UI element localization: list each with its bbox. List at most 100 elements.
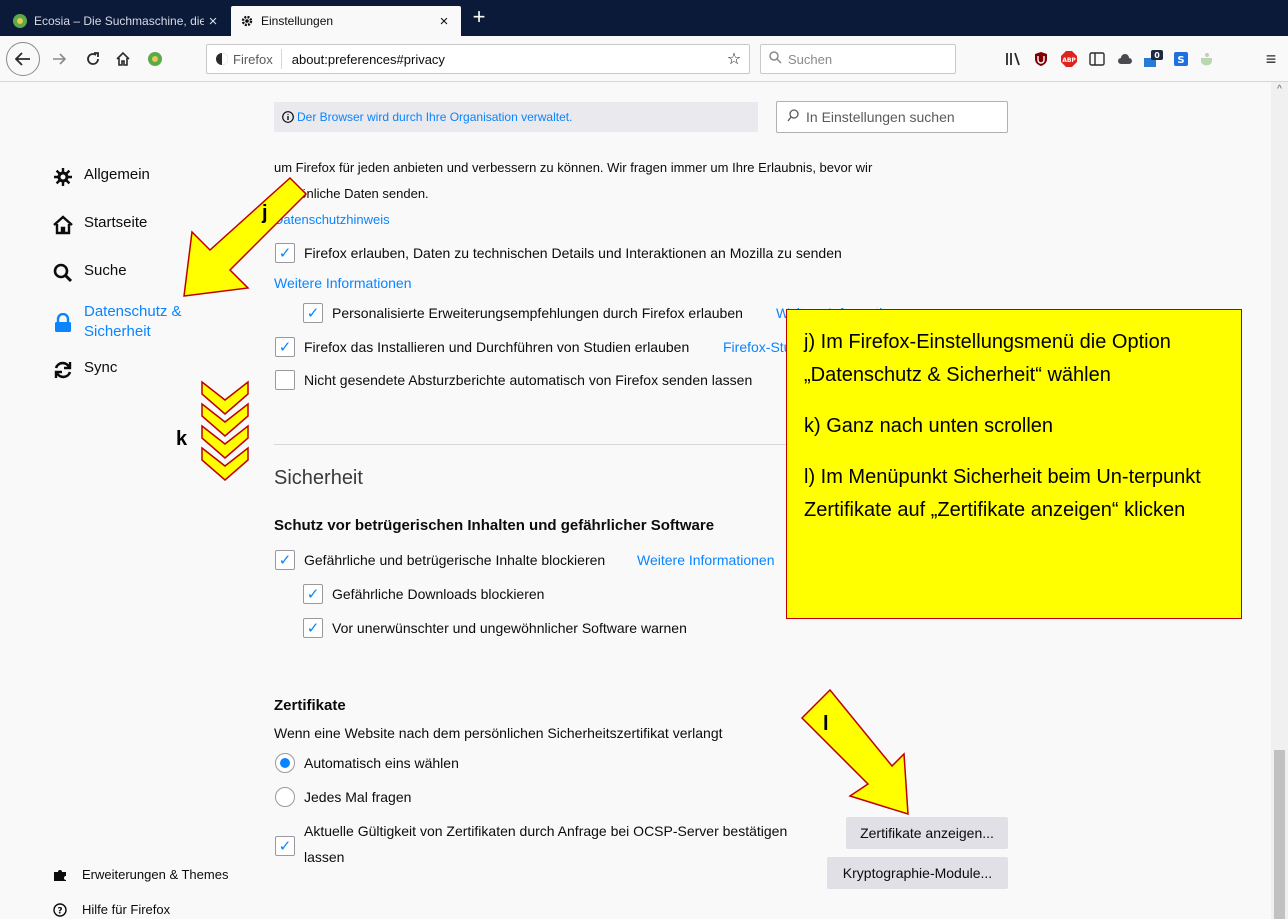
- category-startseite[interactable]: Startseite: [52, 214, 147, 236]
- ask-every-time-radio[interactable]: [275, 787, 295, 807]
- personalized-recommendations-label: Personalisierte Erweiterungsempfehlungen…: [332, 305, 743, 321]
- search-placeholder: In Einstellungen suchen: [806, 109, 955, 125]
- navigation-toolbar: Firefox about:preferences#privacy ☆ Such…: [0, 36, 1288, 82]
- new-tab-button[interactable]: +: [466, 4, 492, 32]
- info-icon: [282, 111, 294, 123]
- tea-cup-icon[interactable]: [1198, 50, 1216, 68]
- ecosia-icon: [148, 52, 162, 66]
- badge-count: 0: [1154, 51, 1160, 60]
- category-label: Sync: [84, 359, 118, 376]
- category-suche[interactable]: Suche: [52, 262, 127, 284]
- firefox-icon: [216, 53, 228, 65]
- managed-notice-text: Der Browser wird durch Ihre Organisation…: [297, 110, 573, 124]
- web-search-input[interactable]: Suchen: [760, 44, 956, 74]
- back-button[interactable]: [6, 42, 40, 76]
- personalized-recommendations-checkbox[interactable]: ✓: [303, 303, 323, 323]
- footer-erweiterungen[interactable]: Erweiterungen & Themes: [52, 867, 228, 882]
- ecosia-extension-button[interactable]: [142, 44, 168, 74]
- block-dangerous-link[interactable]: Weitere Informationen: [637, 552, 774, 568]
- category-allgemein[interactable]: Allgemein: [52, 166, 150, 188]
- block-dangerous-checkbox[interactable]: ✓: [275, 550, 295, 570]
- ocsp-label: Aktuelle Gültigkeit von Zertifikaten dur…: [304, 823, 788, 839]
- auto-select-radio[interactable]: [275, 753, 295, 773]
- arrow-left-icon: [15, 52, 30, 66]
- gear-icon: [239, 13, 255, 29]
- tab-label: Einstellungen: [261, 14, 334, 28]
- identity-label: Firefox: [233, 51, 273, 67]
- ask-every-time-label: Jedes Mal fragen: [304, 789, 412, 805]
- tab-ecosia[interactable]: Ecosia – Die Suchmaschine, die ×: [4, 6, 230, 36]
- annotation-chevrons-k: [201, 380, 249, 481]
- home-icon: [116, 51, 130, 66]
- warn-software-checkbox[interactable]: ✓: [303, 618, 323, 638]
- ocsp-checkbox[interactable]: ✓: [275, 836, 295, 856]
- puzzle-icon: [52, 868, 68, 882]
- instruction-step-l: l) Im Menüpunkt Sicherheit beim Un-terpu…: [804, 466, 1201, 521]
- block-dangerous-label: Gefährliche und betrügerische Inhalte bl…: [304, 552, 606, 568]
- scroll-up-arrow-icon[interactable]: ^: [1273, 84, 1286, 96]
- tab-label: Ecosia – Die Suchmaschine, die: [34, 14, 204, 28]
- footer-label: Erweiterungen & Themes: [82, 867, 229, 882]
- home-button[interactable]: [110, 44, 136, 74]
- s-extension-icon[interactable]: S: [1172, 50, 1190, 68]
- scrollbar-thumb[interactable]: [1274, 750, 1285, 919]
- extension-badge-icon[interactable]: 0: [1142, 50, 1164, 68]
- annotation-arrow-l: [800, 688, 909, 816]
- instruction-step-k: k) Ganz nach unten scrollen: [804, 415, 1054, 437]
- adblock-plus-icon[interactable]: ABP: [1060, 50, 1078, 68]
- category-label: Allgemein: [84, 166, 150, 183]
- home-icon: [52, 214, 74, 236]
- library-icon[interactable]: [1004, 50, 1022, 68]
- tab-strip: Ecosia – Die Suchmaschine, die × Einstel…: [0, 0, 1288, 36]
- category-sync[interactable]: Sync: [52, 359, 117, 381]
- reader-view-icon[interactable]: [1088, 50, 1106, 68]
- arrow-right-icon: [53, 53, 66, 65]
- category-datenschutz-sicherheit[interactable]: Datenschutz & Sicherheit: [52, 302, 204, 342]
- ublock-shield-icon[interactable]: [1032, 50, 1050, 68]
- crash-reports-checkbox[interactable]: [275, 370, 295, 390]
- search-icon: [52, 262, 74, 284]
- reload-button[interactable]: [80, 44, 106, 74]
- technical-data-label: Firefox erlauben, Daten zu technischen D…: [304, 245, 842, 261]
- warn-software-label: Vor unerwünschter und ungewöhnlicher Sof…: [332, 620, 687, 636]
- hamburger-menu-icon[interactable]: ≡: [1262, 49, 1280, 69]
- certificates-description: Wenn eine Website nach dem persönlichen …: [274, 725, 723, 741]
- sync-icon: [52, 359, 74, 381]
- search-icon: [777, 109, 806, 125]
- preferences-search-input[interactable]: In Einstellungen suchen: [776, 101, 1008, 133]
- ecosia-icon: [12, 13, 28, 29]
- block-downloads-label: Gefährliche Downloads blockieren: [332, 586, 545, 602]
- gear-icon: [52, 166, 74, 188]
- search-icon: [761, 51, 788, 67]
- studies-checkbox[interactable]: ✓: [275, 337, 295, 357]
- help-icon: ?: [52, 902, 68, 917]
- url-text[interactable]: about:preferences#privacy: [282, 52, 719, 67]
- security-devices-button[interactable]: Kryptographie-Module...: [827, 857, 1008, 889]
- category-label: Startseite: [84, 214, 148, 231]
- cloud-icon[interactable]: [1116, 50, 1134, 68]
- footer-hilfe[interactable]: ? Hilfe für Firefox: [52, 902, 170, 917]
- svg-text:ABP: ABP: [1062, 57, 1076, 64]
- annotation-label-j: j: [262, 202, 268, 224]
- instruction-step-j: j) Im Firefox-Einstellungsmenü die Optio…: [804, 331, 1171, 386]
- data-collection-intro: um Firefox für jeden anbieten und verbes…: [274, 160, 873, 175]
- close-tab-icon[interactable]: ×: [435, 13, 453, 30]
- view-certificates-button[interactable]: Zertifikate anzeigen...: [846, 817, 1008, 849]
- bookmark-star-icon[interactable]: ☆: [719, 49, 749, 69]
- svg-text:S: S: [1177, 55, 1184, 66]
- tab-einstellungen[interactable]: Einstellungen ×: [231, 6, 461, 36]
- certificates-heading: Zertifikate: [274, 697, 346, 714]
- svg-text:?: ?: [57, 906, 62, 916]
- managed-notice[interactable]: Der Browser wird durch Ihre Organisation…: [274, 102, 758, 132]
- annotation-label-l: l: [823, 713, 829, 735]
- close-tab-icon[interactable]: ×: [204, 13, 222, 30]
- url-bar[interactable]: Firefox about:preferences#privacy ☆: [206, 44, 750, 74]
- lock-icon: [52, 312, 74, 334]
- forward-button[interactable]: [46, 44, 72, 74]
- category-label: Datenschutz & Sicherheit: [84, 303, 182, 340]
- category-label: Suche: [84, 262, 127, 279]
- identity-box[interactable]: Firefox: [207, 49, 282, 69]
- security-heading: Sicherheit: [274, 467, 363, 489]
- block-downloads-checkbox[interactable]: ✓: [303, 584, 323, 604]
- crash-reports-label: Nicht gesendete Absturzberichte automati…: [304, 372, 753, 388]
